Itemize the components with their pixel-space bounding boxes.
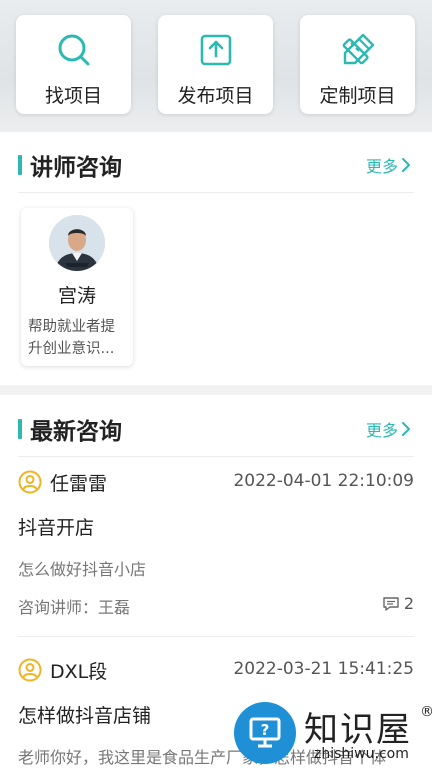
user-name: 任雷雷 xyxy=(50,473,108,495)
comment-count-value: 2 xyxy=(403,594,414,613)
consult-topic: 抖音开店 xyxy=(18,517,95,539)
watermark-url: zhishiwu.com xyxy=(314,746,409,762)
avatar xyxy=(49,215,105,271)
user-icon xyxy=(18,470,42,494)
section-separator xyxy=(0,385,432,395)
teacher-name: 宫涛 xyxy=(57,285,96,307)
registered-mark: ® xyxy=(420,704,432,720)
find-project-button[interactable]: 找项目 xyxy=(16,15,131,114)
timestamp: 2022-03-21 15:41:25 xyxy=(233,659,414,679)
more-label: 更多 xyxy=(365,421,398,440)
teacher-description: 帮助就业者提升创业意识... xyxy=(28,319,115,357)
divider xyxy=(18,192,414,193)
divider xyxy=(18,636,414,637)
publish-project-label: 发布项目 xyxy=(177,85,254,107)
quick-action-area: 找项目 发布项目 定制项目 xyxy=(0,0,432,132)
section-title: 讲师咨询 xyxy=(30,155,122,181)
publish-project-button[interactable]: 发布项目 xyxy=(158,15,273,114)
watermark-logo: ? 知识屋 ® zhishiwu.com xyxy=(232,700,432,768)
chevron-right-icon xyxy=(402,422,410,436)
timestamp: 2022-04-01 22:10:09 xyxy=(233,471,414,491)
more-label: 更多 xyxy=(365,157,398,176)
latest-section-header: 最新咨询 更多 xyxy=(0,399,432,455)
custom-project-button[interactable]: 定制项目 xyxy=(300,15,415,114)
comment-count: 2 xyxy=(382,594,414,613)
section-accent-bar xyxy=(18,155,22,175)
consult-teacher: 咨询讲师：王磊 xyxy=(18,598,131,617)
watermark-text: 知识屋 xyxy=(304,710,412,750)
find-project-label: 找项目 xyxy=(44,85,102,107)
chevron-right-icon xyxy=(402,158,410,172)
teacher-more-link[interactable]: 更多 xyxy=(366,153,412,177)
comment-icon xyxy=(383,596,399,611)
latest-more-link[interactable]: 更多 xyxy=(366,417,412,441)
consult-description: 怎么做好抖音小店 xyxy=(18,560,147,579)
consult-topic: 怎样做抖音店铺 xyxy=(18,705,152,727)
divider xyxy=(18,456,414,457)
help-monitor-icon: ? xyxy=(234,702,296,764)
teacher-card[interactable]: 宫涛 帮助就业者提升创业意识... xyxy=(21,208,133,366)
section-accent-bar xyxy=(18,419,22,439)
custom-project-label: 定制项目 xyxy=(319,85,396,107)
teacher-section-header: 讲师咨询 更多 xyxy=(0,135,432,191)
upload-icon xyxy=(200,34,231,66)
section-title: 最新咨询 xyxy=(30,419,122,445)
user-icon xyxy=(18,658,42,682)
user-name: DXL段 xyxy=(50,661,108,683)
svg-text:?: ? xyxy=(261,721,270,739)
search-icon xyxy=(58,34,89,66)
pencil-ruler-icon xyxy=(342,33,374,65)
